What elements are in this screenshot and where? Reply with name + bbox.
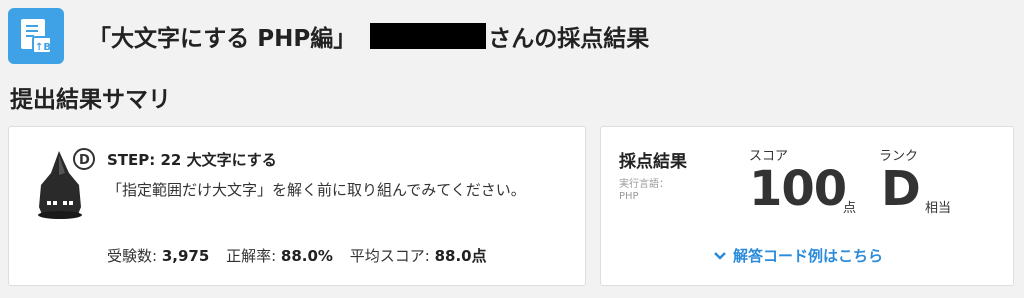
stat-value: 88.0点: [434, 247, 487, 265]
rank-unit: 相当: [925, 201, 952, 216]
page-title: 「大文字にする PHP編」 さんの採点結果: [88, 19, 649, 53]
document-icon: ↑B: [8, 8, 64, 64]
answer-link-label[interactable]: 解答コード例はこちら: [733, 245, 883, 266]
rank-value: D: [881, 161, 921, 217]
score-unit: 点: [843, 201, 857, 216]
stat-label: 受験数:: [107, 247, 158, 265]
language-value: PHP: [619, 191, 639, 202]
result-card: 採点結果 実行言語： PHP スコア 100 点 ランク D 相当 解答コード例…: [600, 126, 1014, 286]
stat-label: 平均スコア:: [349, 247, 430, 265]
character-icon: D: [29, 145, 101, 225]
section-title: 提出結果サマリ: [10, 87, 171, 113]
result-title: 採点結果: [619, 152, 687, 172]
rank-badge: D: [79, 153, 90, 168]
step-card: D STEP: 22 大文字にする 「指定範囲だけ大文字」を解く前に取り組んでみ…: [8, 126, 586, 286]
page: ↑B 「大文字にする PHP編」 さんの採点結果 提出結果サマリ D STEP:…: [0, 0, 1024, 298]
score-value: 100: [749, 161, 847, 217]
title-suffix: さんの採点結果: [488, 26, 650, 52]
page-header: ↑B 「大文字にする PHP編」 さんの採点結果: [8, 8, 649, 64]
step-description: 「指定範囲だけ大文字」を解く前に取り組んでみてください。: [107, 181, 526, 199]
redacted-username: [370, 23, 487, 49]
step-stats: 受験数: 3,975 正解率: 88.0% 平均スコア: 88.0点: [107, 245, 499, 266]
stat-value: 88.0%: [280, 247, 333, 265]
stat-label: 正解率:: [226, 247, 277, 265]
step-title: STEP: 22 大文字にする: [107, 151, 277, 169]
answer-code-link[interactable]: 解答コード例はこちら: [713, 245, 883, 266]
title-prefix: 「大文字にする PHP編」: [88, 26, 357, 52]
svg-text:↑B: ↑B: [35, 42, 51, 53]
stat-value: 3,975: [161, 247, 210, 265]
language-label: 実行言語：: [619, 179, 669, 190]
chevron-down-icon: [713, 251, 727, 261]
